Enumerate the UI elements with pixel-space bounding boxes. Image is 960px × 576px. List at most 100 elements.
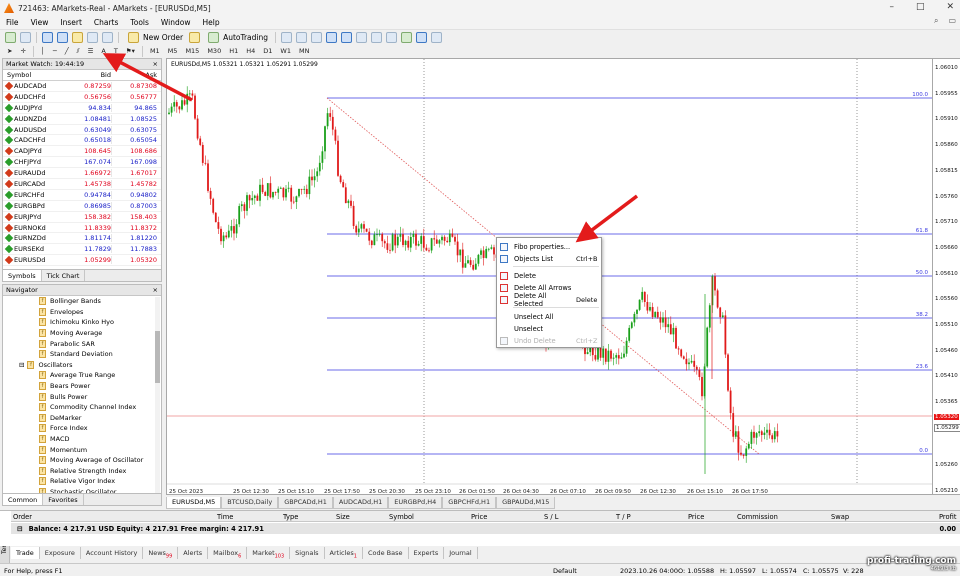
new-order-button[interactable]: New Order <box>126 31 183 43</box>
zoom-in-icon[interactable] <box>326 31 337 43</box>
chart-tab[interactable]: EURUSDd,M5 <box>166 497 222 509</box>
price-axis[interactable]: 1.06010 1.05955 1.05910 1.05860 1.05815 1.057… <box>933 58 960 495</box>
fibonacci-icon[interactable]: ☰ <box>85 46 97 56</box>
chart-shift-icon[interactable] <box>371 31 382 43</box>
market-watch-row[interactable]: AUDJPYd 94.834 94.865 <box>3 103 161 114</box>
menu-item-fibo-properties[interactable]: Fibo properties... <box>497 241 601 252</box>
zoom-out-icon[interactable] <box>341 31 352 43</box>
data-window-icon[interactable] <box>57 31 68 43</box>
market-watch-row[interactable]: EURJPYd 158.382 158.403 <box>3 212 161 223</box>
cursor-icon[interactable]: ➤ <box>4 46 15 56</box>
market-watch-icon[interactable] <box>42 31 53 43</box>
autoscroll-icon[interactable] <box>386 31 397 43</box>
chart-tab[interactable]: BTCUSD,Daily <box>221 497 279 509</box>
terminal-tab[interactable]: Trade <box>11 547 40 559</box>
navigator-item[interactable]: f Standard Deviation <box>3 349 161 360</box>
navigator-item[interactable]: ⊟ f Oscillators <box>3 360 161 371</box>
column-header[interactable]: T / P <box>616 513 631 521</box>
column-header[interactable]: Time <box>217 513 233 521</box>
column-header[interactable]: Symbol <box>389 513 414 521</box>
column-header[interactable]: Price <box>471 513 487 521</box>
close-button[interactable]: ✕ <box>946 2 954 12</box>
navigator-item[interactable]: f DeMarker <box>3 413 161 424</box>
terminal-tab[interactable]: News99 <box>143 547 179 559</box>
market-watch-row[interactable]: EURCHFd 0.94784 0.94802 <box>3 190 161 201</box>
menu-charts[interactable]: Charts <box>88 18 125 27</box>
market-watch-row[interactable]: AUDCADd 0.87259 0.87308 <box>3 81 161 92</box>
indicators-icon[interactable] <box>401 31 412 43</box>
market-watch-row[interactable]: EURSEKd 11.7829 11.7883 <box>3 244 161 256</box>
menu-view[interactable]: View <box>25 18 55 27</box>
market-watch-row[interactable]: EURGBPd 0.86985 0.87003 <box>3 201 161 212</box>
navigator-item[interactable]: f Relative Vigor Index <box>3 476 161 487</box>
column-header[interactable]: Order <box>13 513 32 521</box>
minimize-button[interactable]: – <box>889 2 894 12</box>
column-header[interactable]: Price <box>688 513 704 521</box>
navigator-item[interactable]: f Moving Average of Oscillator <box>3 455 161 466</box>
terminal-tab[interactable]: Exposure <box>40 547 81 559</box>
terminal-tab[interactable]: Account History <box>81 547 144 559</box>
market-watch-row[interactable]: AUDCHFd 0.56756 0.56777 <box>3 92 161 103</box>
market-watch-row[interactable]: EURAUDd 1.66972 1.67017 <box>3 168 161 180</box>
navigator-item[interactable]: f Parabolic SAR <box>3 338 161 349</box>
navigator-item[interactable]: f Bears Power <box>3 381 161 392</box>
navigator-item[interactable]: f Force Index <box>3 423 161 434</box>
column-bid[interactable]: Bid <box>65 70 111 80</box>
column-header[interactable]: Profit <box>939 513 956 521</box>
timeframe-m30[interactable]: M30 <box>204 46 224 56</box>
tab-common[interactable]: Common <box>3 494 44 505</box>
periods-icon[interactable] <box>416 31 427 43</box>
market-watch-row[interactable]: EURUSDd 1.05299 1.05320 <box>3 255 161 267</box>
candlestick-icon[interactable] <box>296 31 307 43</box>
close-icon[interactable]: × <box>153 285 158 296</box>
navigator-icon[interactable] <box>72 31 83 43</box>
column-header[interactable]: Size <box>336 513 350 521</box>
timeframe-d1[interactable]: D1 <box>260 46 275 56</box>
tab-symbols[interactable]: Symbols <box>3 270 42 281</box>
profiles-icon[interactable] <box>20 31 31 43</box>
navigator-item[interactable]: f Relative Strength Index <box>3 466 161 477</box>
tab-favorites[interactable]: Favorites <box>43 494 84 505</box>
timeframe-w1[interactable]: W1 <box>277 46 294 56</box>
search-icon[interactable]: ⌕ <box>934 16 938 26</box>
market-watch-row[interactable]: CADJPYd 108.645 108.686 <box>3 146 161 158</box>
menu-item-unselect[interactable]: Unselect <box>497 323 601 334</box>
navigator-item[interactable]: f Average True Range <box>3 370 161 381</box>
scrollbar-thumb[interactable] <box>155 331 160 383</box>
timeframe-m5[interactable]: M5 <box>165 46 181 56</box>
menu-item-delete[interactable]: Delete <box>497 270 601 281</box>
market-watch-row[interactable]: CHFJPYd 167.074 167.098 <box>3 157 161 169</box>
chart-tab[interactable]: GBPCHFd,H1 <box>442 497 497 509</box>
chart-tab[interactable]: AUDCADd,H1 <box>332 497 389 509</box>
market-watch-row[interactable]: EURNZDd 1.81174 1.81220 <box>3 233 161 245</box>
terminal-tab[interactable]: Articles1 <box>325 547 363 559</box>
menu-window[interactable]: Window <box>155 18 197 27</box>
trendline-icon[interactable]: ╱ <box>62 46 72 56</box>
chat-icon[interactable]: ▭ <box>948 16 956 26</box>
market-watch-row[interactable]: CADCHFd 0.65018 0.65054 <box>3 135 161 147</box>
navigator-scrollbar[interactable] <box>155 297 160 493</box>
new-chart-icon[interactable] <box>5 31 16 43</box>
menu-help[interactable]: Help <box>196 18 225 27</box>
timeframe-h1[interactable]: H1 <box>226 46 241 56</box>
market-watch-row[interactable]: EURNOKd 11.8339 11.8372 <box>3 223 161 234</box>
terminal-tab[interactable]: Code Base <box>363 547 409 559</box>
navigator-item[interactable]: f Moving Average <box>3 328 161 339</box>
column-header[interactable]: Type <box>283 513 298 521</box>
arrows-icon[interactable]: ⚑▾ <box>123 46 138 56</box>
vertical-line-icon[interactable]: │ <box>38 46 48 56</box>
timeframe-h4[interactable]: H4 <box>243 46 258 56</box>
market-watch-row[interactable]: AUDUSDd 0.63049 0.63075 <box>3 125 161 136</box>
menu-item-objects-list[interactable]: Objects List Ctrl+B <box>497 253 601 264</box>
terminal-tab[interactable]: Market103 <box>247 547 291 559</box>
column-header[interactable]: Commission <box>737 513 778 521</box>
navigator-item[interactable]: f MACD <box>3 434 161 445</box>
chart-tab[interactable]: EURGBPd,H4 <box>388 497 443 509</box>
templates-icon[interactable] <box>431 31 442 43</box>
column-ask[interactable]: Ask <box>111 70 157 80</box>
label-icon[interactable]: T <box>111 46 121 56</box>
timeframe-m15[interactable]: M15 <box>182 46 202 56</box>
maximize-button[interactable]: □ <box>916 2 925 12</box>
column-symbol[interactable]: Symbol <box>3 70 65 80</box>
horizontal-line-icon[interactable]: ─ <box>50 46 60 56</box>
